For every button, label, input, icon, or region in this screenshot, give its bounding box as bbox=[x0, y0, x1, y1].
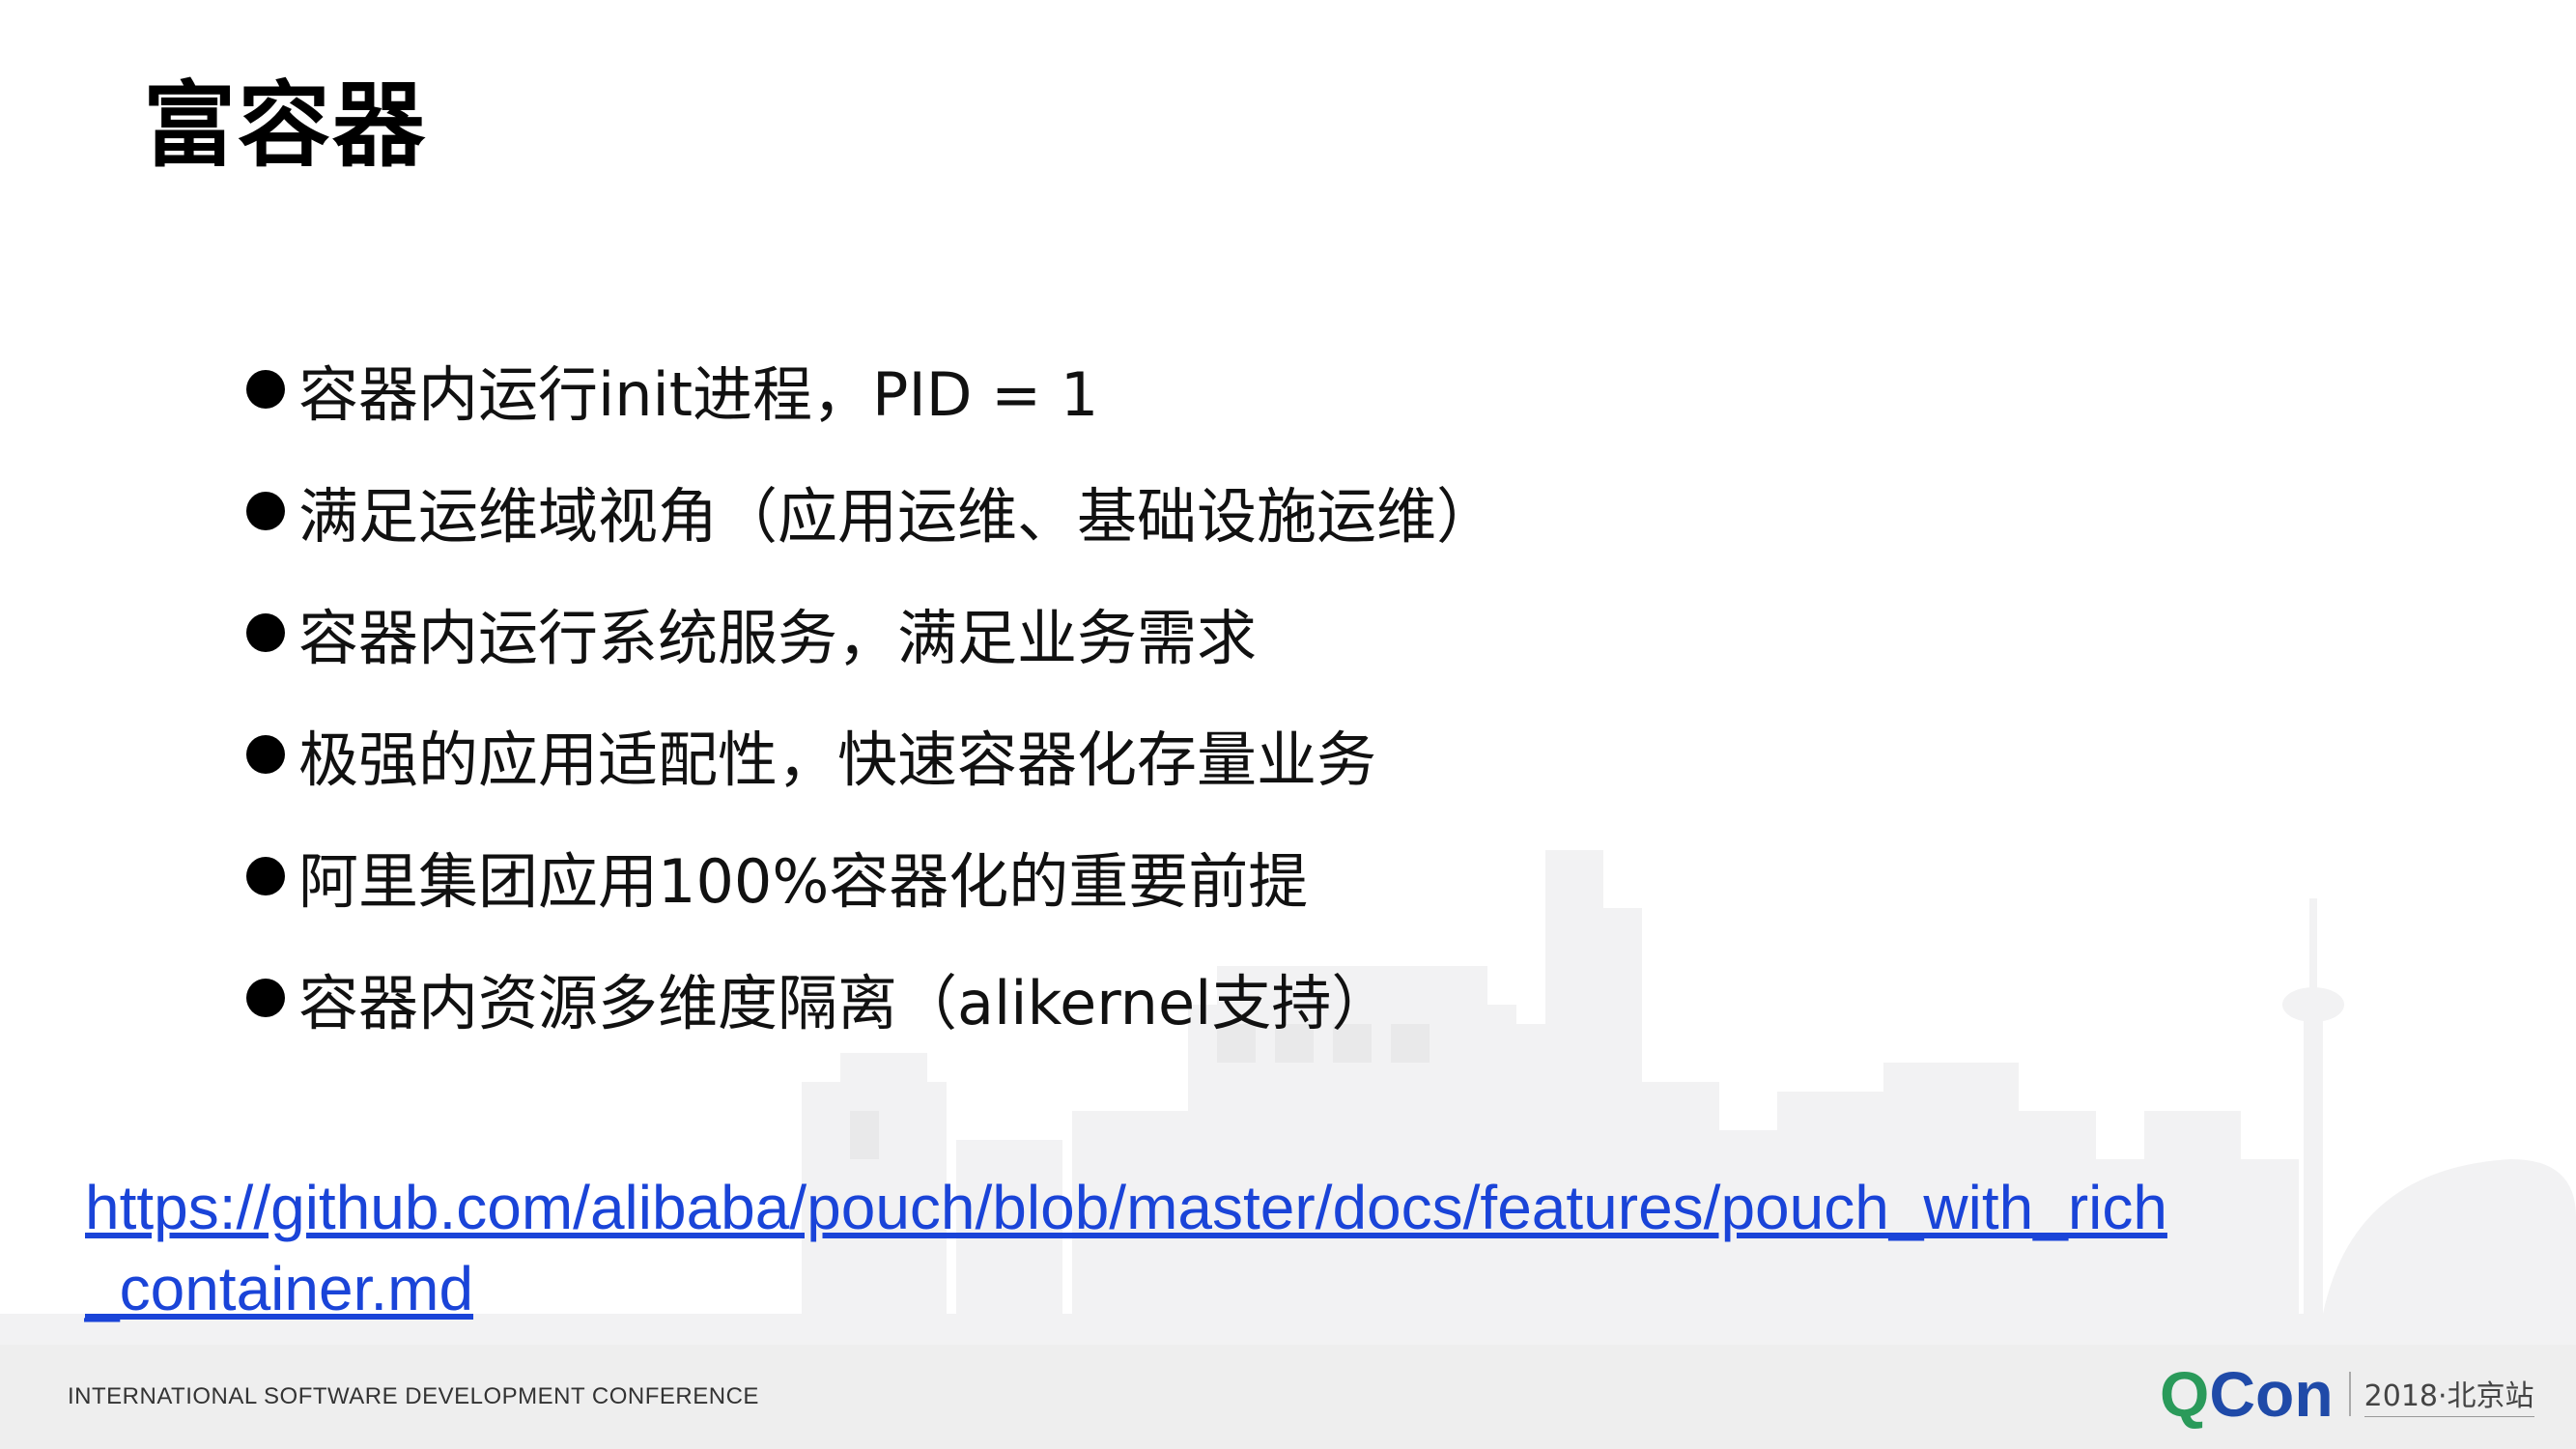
list-item: 容器内运行init进程，PID = 1 bbox=[246, 328, 1496, 450]
list-item: 满足运维域视角（应用运维、基础设施运维） bbox=[246, 450, 1496, 572]
bullet-dot-icon bbox=[246, 979, 285, 1017]
page-title: 富容器 bbox=[143, 71, 427, 180]
bullet-dot-icon bbox=[246, 613, 285, 652]
bullet-text: 满足运维域视角（应用运维、基础设施运维） bbox=[298, 481, 1497, 552]
logo-divider bbox=[2348, 1372, 2351, 1416]
bullet-list: 容器内运行init进程，PID = 1 满足运维域视角（应用运维、基础设施运维）… bbox=[246, 328, 1496, 1059]
list-item: 阿里集团应用100%容器化的重要前提 bbox=[246, 815, 1496, 937]
bullet-text: 容器内运行init进程，PID = 1 bbox=[298, 359, 1099, 430]
list-item: 容器内运行系统服务，满足业务需求 bbox=[246, 572, 1496, 694]
bullet-text: 容器内运行系统服务，满足业务需求 bbox=[298, 603, 1258, 673]
qcon-logo: Q Con 2018·北京站 bbox=[2160, 1362, 2534, 1426]
bullet-dot-icon bbox=[246, 370, 285, 409]
logo-edition: 2018·北京站 bbox=[2364, 1372, 2534, 1417]
bullet-text: 阿里集团应用100%容器化的重要前提 bbox=[298, 846, 1309, 917]
logo-con-text: Con bbox=[2209, 1358, 2334, 1430]
bullet-dot-icon bbox=[246, 492, 285, 530]
conference-name: INTERNATIONAL SOFTWARE DEVELOPMENT CONFE… bbox=[68, 1383, 759, 1409]
bullet-dot-icon bbox=[246, 735, 285, 774]
github-doc-link[interactable]: https://github.com/alibaba/pouch/blob/ma… bbox=[85, 1167, 2191, 1329]
bullet-text: 极强的应用适配性，快速容器化存量业务 bbox=[298, 724, 1377, 795]
bullet-text: 容器内资源多维度隔离（alikernel支持） bbox=[298, 968, 1392, 1038]
slide: 富容器 容器内运行init进程，PID = 1 满足运维域视角（应用运维、基础设… bbox=[0, 0, 2576, 1449]
list-item: 极强的应用适配性，快速容器化存量业务 bbox=[246, 694, 1496, 815]
list-item: 容器内资源多维度隔离（alikernel支持） bbox=[246, 937, 1496, 1059]
footer-bar: INTERNATIONAL SOFTWARE DEVELOPMENT CONFE… bbox=[0, 1345, 2576, 1449]
logo-q-letter: Q bbox=[2160, 1358, 2210, 1430]
bullet-dot-icon bbox=[246, 857, 285, 895]
